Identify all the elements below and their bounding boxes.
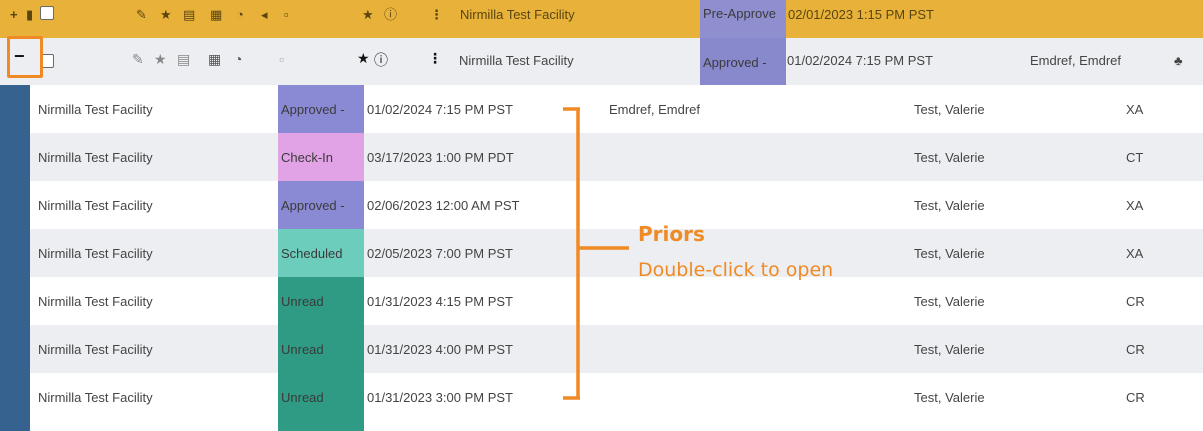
annotation-subtitle: Double-click to open xyxy=(638,259,834,281)
priors-bracket xyxy=(563,107,629,400)
annotation-title: Priors xyxy=(638,222,705,246)
